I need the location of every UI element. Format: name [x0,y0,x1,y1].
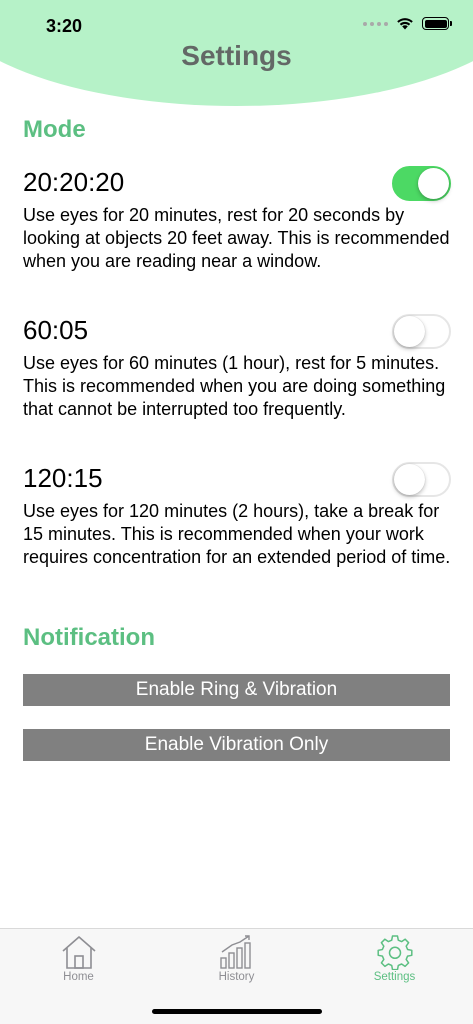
mode-item-120-15: 120:15 Use eyes for 120 minutes (2 hours… [23,462,451,569]
mode-name: 60:05 [23,315,89,345]
tab-home[interactable]: Home [0,929,157,989]
mode-name: 20:20:20 [23,167,125,197]
mode-item-20-20-20: 20:20:20 Use eyes for 20 minutes, rest f… [23,166,451,273]
home-indicator[interactable] [152,1009,322,1014]
enable-ring-vibration-button[interactable]: Enable Ring & Vibration [23,674,450,706]
mode-toggle-120-15[interactable] [392,462,451,497]
tab-history[interactable]: History [158,929,315,989]
toggle-knob [394,464,425,495]
toggle-knob [394,316,425,347]
mode-name: 120:15 [23,463,103,493]
gear-icon [376,935,413,970]
enable-vibration-only-button[interactable]: Enable Vibration Only [23,729,450,761]
status-time: 3:20 [46,16,83,36]
home-icon [61,936,96,969]
mode-description: Use eyes for 20 minutes, rest for 20 sec… [23,205,450,271]
wifi-icon [397,18,413,30]
mode-description: Use eyes for 60 minutes (1 hour), rest f… [23,353,446,419]
tab-label: History [218,971,255,983]
mode-description: Use eyes for 120 minutes (2 hours), take… [23,501,451,567]
page-title: Settings [181,40,292,71]
mode-toggle-60-05[interactable] [392,314,451,349]
tab-settings[interactable]: Settings [316,929,473,989]
battery-icon [422,17,452,30]
mode-section-title: Mode [23,116,86,143]
signal-icon [363,21,388,26]
tab-label: Home [63,971,94,983]
status-icons [363,17,452,30]
mode-item-60-05: 60:05 Use eyes for 60 minutes (1 hour), … [23,314,451,421]
history-chart-icon [219,935,251,969]
header: 3:20 Settings [0,0,473,110]
toggle-knob [418,168,449,199]
notification-section-title: Notification [23,624,155,651]
tab-label: Settings [373,971,416,983]
mode-toggle-20-20-20[interactable] [392,166,451,201]
